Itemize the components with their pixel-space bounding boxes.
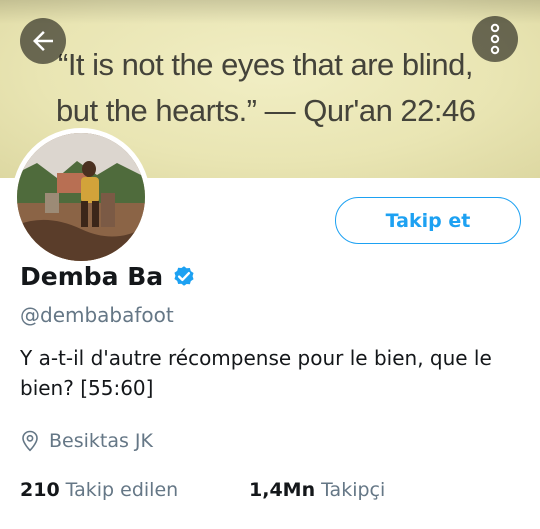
following-count: 210 <box>20 479 60 501</box>
verified-badge-icon <box>174 266 194 286</box>
more-options-button[interactable] <box>472 16 518 62</box>
avatar-photo <box>17 133 145 261</box>
profile-stats: 210 Takip edilen 1,4Mn Takipçi <box>20 476 385 504</box>
followers-count: 1,4Mn <box>249 479 316 501</box>
arrow-left-icon <box>33 31 53 51</box>
more-vertical-icon <box>490 23 500 55</box>
following-stat[interactable]: 210 Takip edilen <box>20 479 178 501</box>
profile-handle: @dembabafoot <box>20 303 174 327</box>
profile-name-row: Demba Ba <box>20 258 197 294</box>
back-button[interactable] <box>20 18 66 64</box>
location-pin-icon <box>22 430 38 452</box>
avatar[interactable] <box>12 128 150 266</box>
banner-quote-line-1: “It is not the eyes that are blind, <box>58 47 474 82</box>
profile-location: Besiktas JK <box>20 427 153 455</box>
profile-bio: Y a-t-il d'autre récompense pour le bien… <box>20 346 492 400</box>
followers-label: Takipçi <box>321 479 386 501</box>
following-label: Takip edilen <box>65 479 179 501</box>
profile-name: Demba Ba <box>20 261 164 291</box>
follow-button[interactable]: Takip et <box>335 197 521 244</box>
banner-top-shade <box>0 0 540 24</box>
followers-stat[interactable]: 1,4Mn Takipçi <box>249 479 385 501</box>
banner-quote-line-2: but the hearts.” — Qur'an 22:46 <box>56 93 476 128</box>
location-text: Besiktas JK <box>49 430 153 452</box>
